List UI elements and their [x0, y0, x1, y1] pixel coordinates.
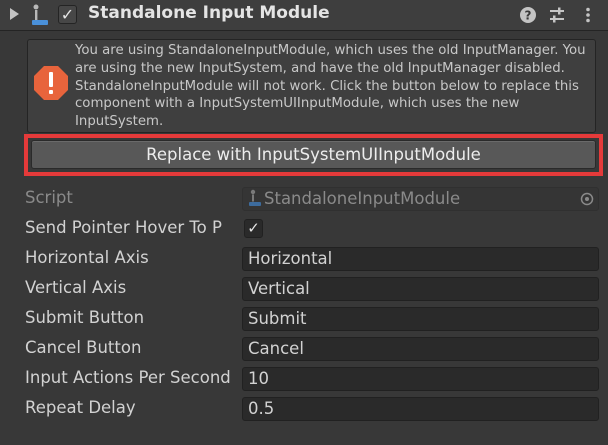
- repeat-delay-input[interactable]: 0.5: [242, 397, 599, 421]
- vertical-axis-input[interactable]: Vertical: [242, 277, 599, 301]
- object-picker-icon[interactable]: [580, 192, 594, 206]
- warning-message: You are using StandaloneInputModule, whi…: [75, 43, 586, 130]
- preset-icon[interactable]: [548, 6, 566, 24]
- script-object-icon: [249, 189, 261, 206]
- replace-with-inputsystemuiinputmodule-button[interactable]: Replace with InputSystemUIInputModule: [31, 140, 596, 169]
- send-pointer-hover-label: Send Pointer Hover To P: [25, 218, 222, 237]
- svg-text:?: ?: [525, 9, 532, 23]
- input-actions-per-second-label: Input Actions Per Second: [25, 368, 231, 387]
- component-enabled-checkbox[interactable]: ✓: [58, 5, 77, 24]
- foldout-arrow-icon[interactable]: [10, 8, 19, 20]
- script-field[interactable]: StandaloneInputModule: [242, 187, 599, 211]
- script-label: Script: [25, 188, 73, 207]
- cancel-button-label: Cancel Button: [25, 338, 142, 357]
- cancel-button-input[interactable]: Cancel: [242, 337, 599, 361]
- horizontal-axis-input[interactable]: Horizontal: [242, 247, 599, 271]
- component-title: Standalone Input Module: [88, 3, 330, 23]
- component-header: ✓ Standalone Input Module ?: [0, 0, 608, 31]
- help-icon[interactable]: ?: [519, 6, 537, 24]
- horizontal-axis-label: Horizontal Axis: [25, 248, 149, 267]
- submit-button-label: Submit Button: [25, 308, 145, 327]
- vertical-axis-label: Vertical Axis: [25, 278, 127, 297]
- input-actions-per-second-input[interactable]: 10: [242, 367, 599, 391]
- warning-helpbox: You are using StandaloneInputModule, whi…: [27, 39, 596, 133]
- script-value: StandaloneInputModule: [264, 189, 461, 208]
- submit-button-input[interactable]: Submit: [242, 307, 599, 331]
- input-module-icon: [32, 4, 48, 25]
- repeat-delay-label: Repeat Delay: [25, 398, 136, 417]
- send-pointer-hover-checkbox[interactable]: ✓: [244, 219, 263, 238]
- warning-icon: [34, 66, 68, 100]
- context-menu-icon[interactable]: [579, 6, 597, 24]
